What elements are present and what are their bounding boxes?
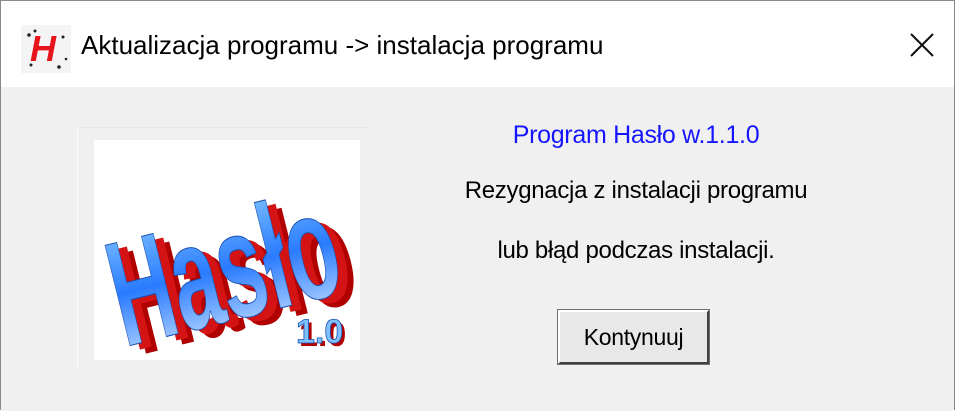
dialog-window: H Aktualizacja programu -> instalacja pr… [0,0,955,411]
title-bar[interactable]: H Aktualizacja programu -> instalacja pr… [1,1,954,87]
close-icon [910,33,934,57]
dialog-body: Hasło Hasło Hasło 1.0 1.0 Program Hasło … [1,87,954,411]
haslo-logo: Hasło Hasło Hasło 1.0 1.0 [94,140,360,360]
message-line-1: Rezygnacja z instalacji programu [464,177,808,204]
logo-panel: Hasło Hasło Hasło 1.0 1.0 [77,127,368,368]
logo-version: 1.0 [296,313,343,351]
program-name-label: Program Hasło w.1.1.0 [512,121,760,149]
h-app-icon: H [21,25,71,73]
message-line-2: lub błąd podczas instalacji. [497,237,775,264]
svg-text:H: H [30,28,57,69]
window-title: Aktualizacja programu -> instalacja prog… [81,30,604,60]
continue-button[interactable]: Kontynuuj [557,309,710,365]
close-button[interactable] [889,15,955,75]
